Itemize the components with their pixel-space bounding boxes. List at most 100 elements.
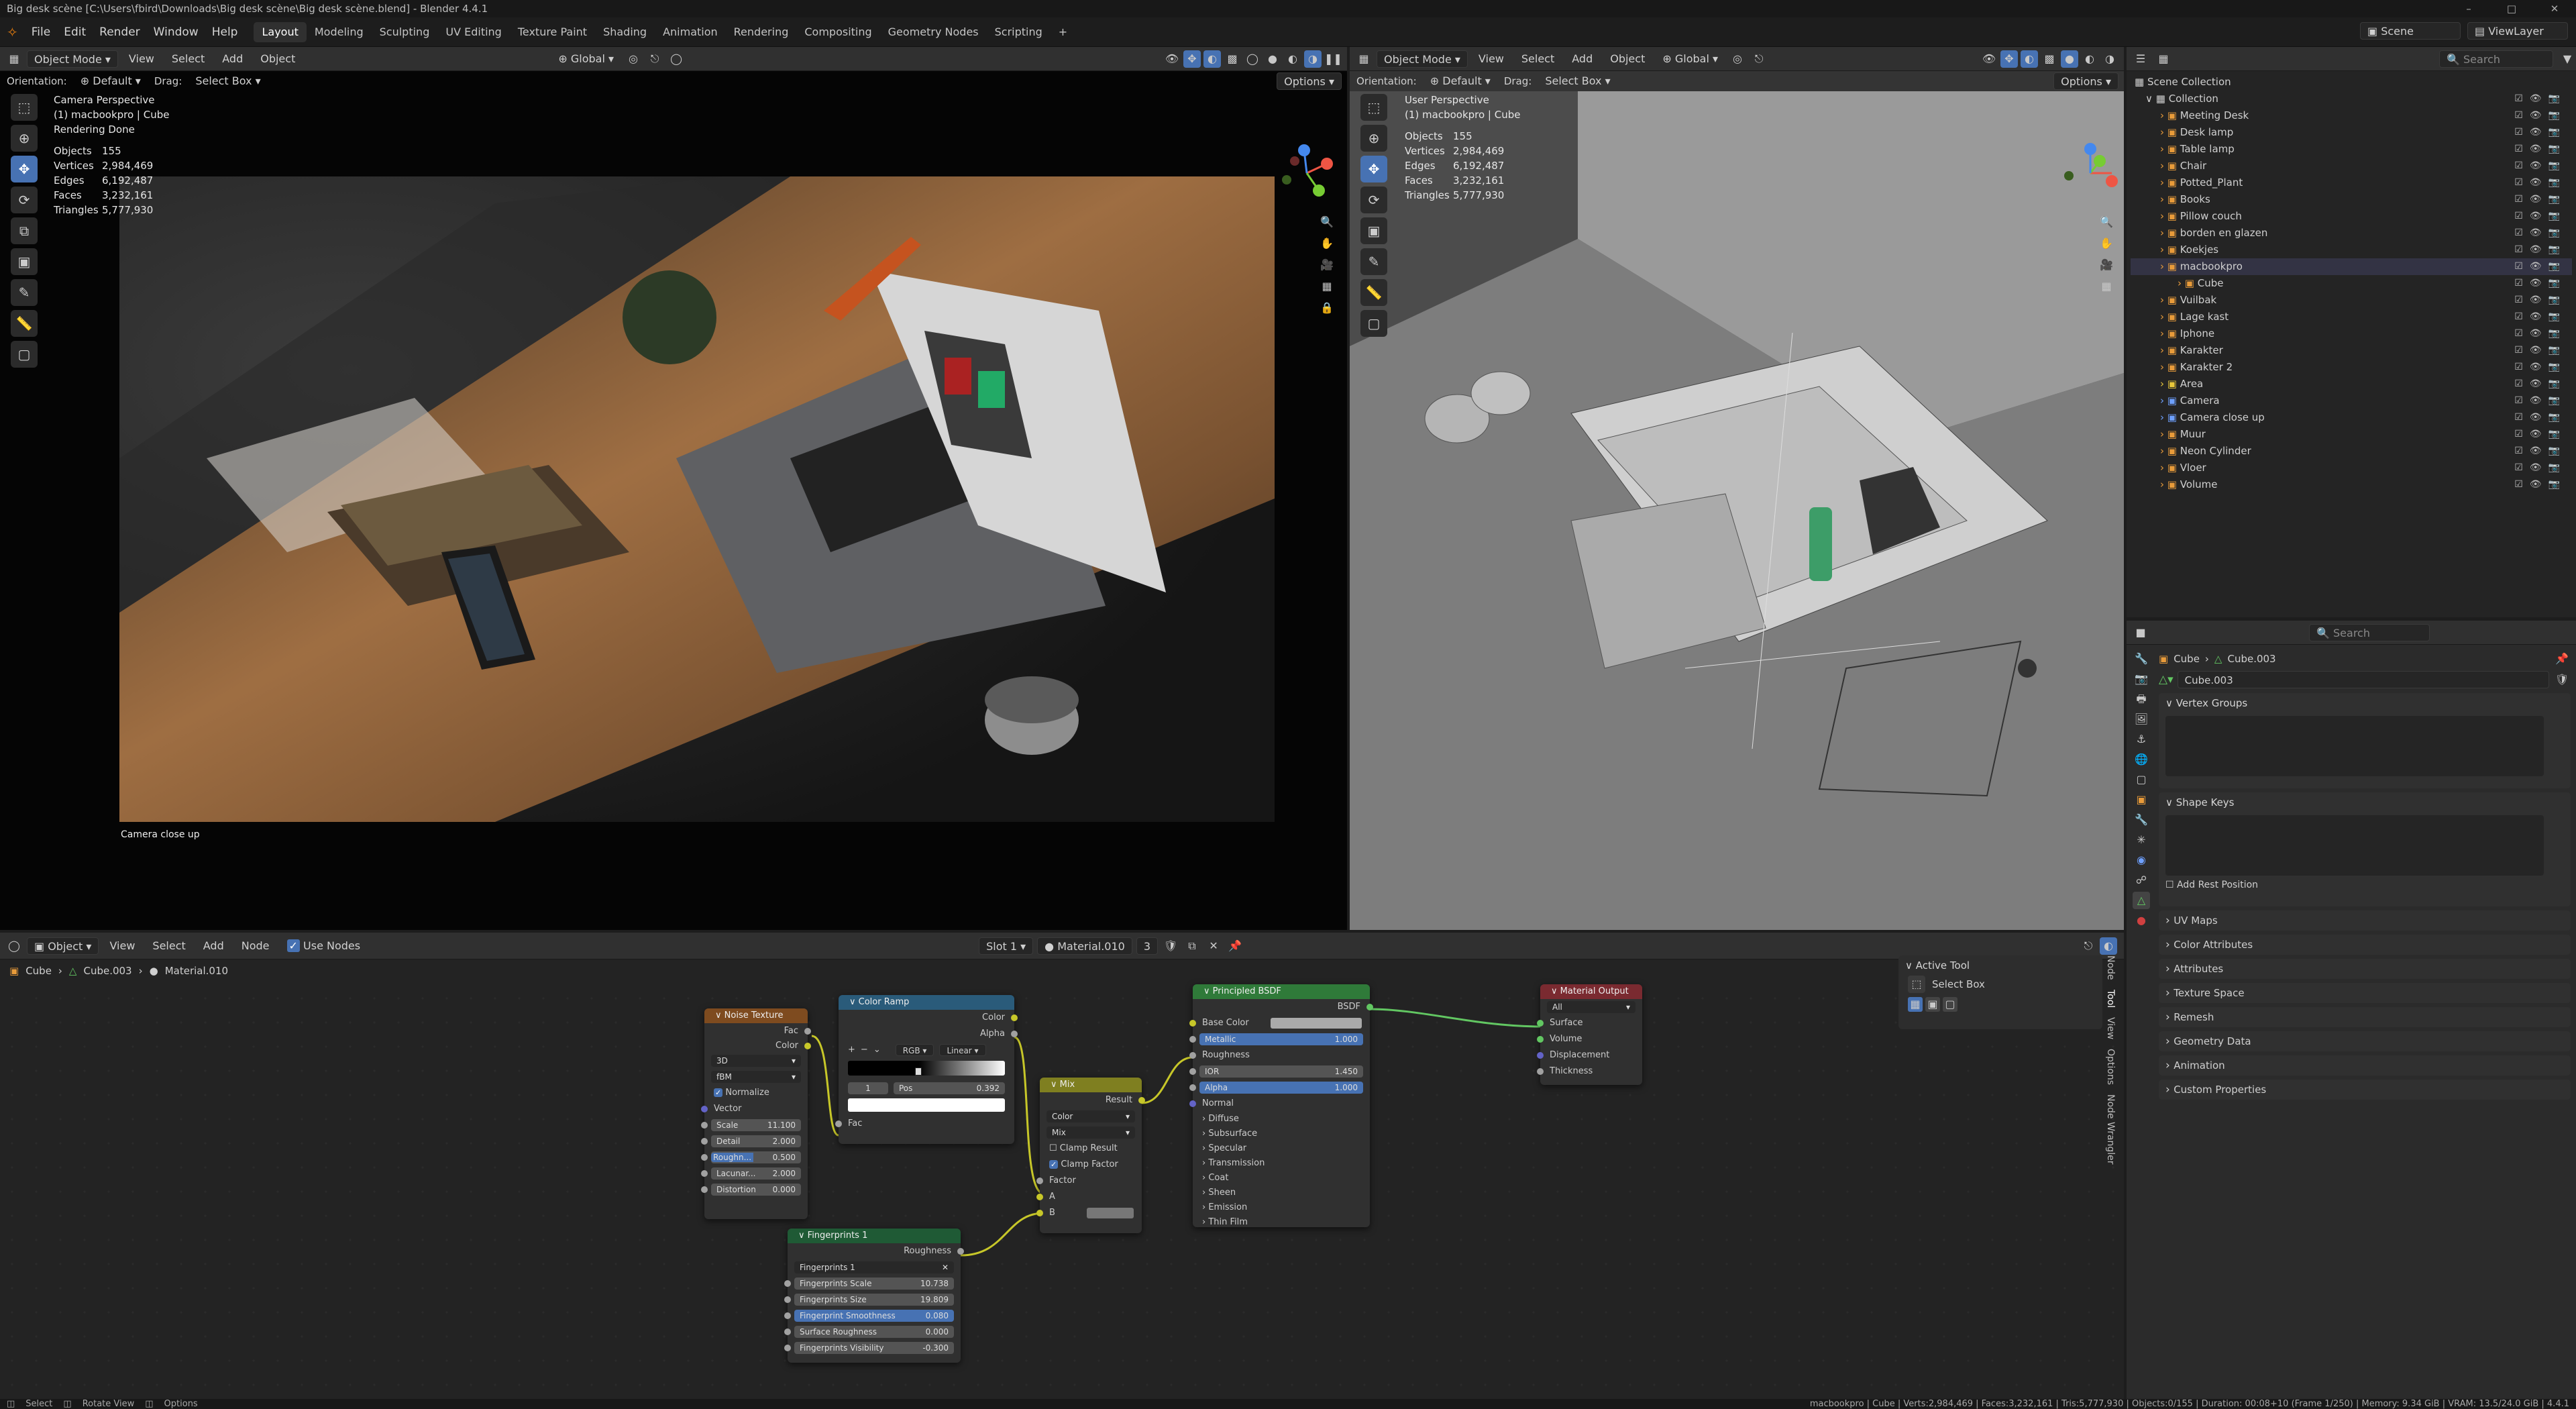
shading-render-icon[interactable]: ◑ xyxy=(1304,50,1322,68)
panel-header[interactable]: ∨ Active Tool xyxy=(1898,955,2102,976)
socket[interactable] xyxy=(784,1328,791,1335)
panel-header[interactable]: ∨ Shape Keys xyxy=(2159,792,2571,813)
visibility-toggles[interactable]: ☑👁📷 xyxy=(2514,258,2567,275)
color-swatch[interactable] xyxy=(1271,1018,1362,1029)
collapsed-panel[interactable]: › Color Attributes xyxy=(2159,935,2571,955)
zoom-icon[interactable]: 🔍 xyxy=(2098,213,2115,231)
visibility-toggles[interactable]: ☑👁📷 xyxy=(2514,107,2567,124)
tab-animation[interactable]: Animation xyxy=(655,22,726,42)
tab-shading[interactable]: Shading xyxy=(595,22,655,42)
transform-tool-icon[interactable]: ▣ xyxy=(1360,217,1387,244)
socket[interactable] xyxy=(1366,1004,1373,1010)
node-header[interactable]: ∨ Noise Texture xyxy=(704,1008,808,1023)
socket[interactable] xyxy=(1036,1194,1043,1200)
socket[interactable] xyxy=(835,1120,842,1127)
outliner-item[interactable]: › ▣ Camera ☑👁📷 xyxy=(2131,393,2572,409)
roughness-field[interactable]: Roughn... 0.500 xyxy=(701,1149,808,1165)
outliner-item[interactable]: › ▣ Karakter ☑👁📷 xyxy=(2131,342,2572,359)
remove-stop-icon[interactable]: − xyxy=(861,1042,868,1058)
tab-modeling[interactable]: Modeling xyxy=(307,22,372,42)
outliner-search[interactable]: 🔍 Search xyxy=(2439,50,2553,68)
socket[interactable] xyxy=(701,1186,708,1193)
outliner-item[interactable]: › ▣ Lage kast ☑👁📷 xyxy=(2131,309,2572,325)
xray-icon[interactable]: ▩ xyxy=(2041,50,2058,68)
alpha-field[interactable]: Alpha 1.000 xyxy=(1189,1080,1370,1096)
outliner-item[interactable]: › ▣ Muur ☑👁📷 xyxy=(2131,426,2572,443)
add-rest-position-checkbox[interactable]: ☐ Add Rest Position xyxy=(2165,880,2564,890)
vertex-groups-list[interactable] xyxy=(2165,716,2544,776)
add-stop-icon[interactable]: + xyxy=(848,1042,855,1058)
pan-hand-icon[interactable]: ✋ xyxy=(2098,235,2115,252)
socket[interactable] xyxy=(1537,1020,1544,1027)
lock-icon[interactable]: 🔒 xyxy=(1318,299,1336,317)
collapsed-panel[interactable]: › Custom Properties xyxy=(2159,1080,2571,1100)
scene-selector[interactable]: ▣ Scene xyxy=(2360,22,2461,40)
visibility-toggles[interactable]: ☑👁📷 xyxy=(2514,191,2567,208)
mix-node[interactable]: ∨ Mix Result Color ▾ Mix ▾ ☐ Clamp Result … xyxy=(1036,1078,1145,1233)
mode-dropdown[interactable]: Object Mode ▾ xyxy=(27,50,118,68)
fingerprint-field[interactable]: Surface Roughness 0.000 xyxy=(784,1324,961,1340)
select-box-tool-icon[interactable]: ⬚ xyxy=(11,94,38,121)
options-button[interactable]: Options ▾ xyxy=(1277,72,1342,90)
material-tab-icon[interactable]: ● xyxy=(2133,912,2150,929)
visibility-toggles[interactable]: ☑👁📷 xyxy=(2514,242,2567,258)
outliner-item[interactable]: › ▣ Desk lamp ☑👁📷 xyxy=(2131,124,2572,141)
outliner-item[interactable]: › ▣ Iphone ☑👁📷 xyxy=(2131,325,2572,342)
socket[interactable] xyxy=(784,1296,791,1303)
visibility-toggles[interactable]: ☑👁📷 xyxy=(2514,376,2567,393)
socket[interactable] xyxy=(1011,1031,1018,1037)
overlay-icon[interactable]: ◐ xyxy=(2021,50,2038,68)
socket[interactable] xyxy=(1138,1097,1145,1104)
node-header[interactable]: ∨ Mix xyxy=(1040,1078,1142,1092)
socket[interactable] xyxy=(1189,1068,1196,1075)
socket[interactable] xyxy=(701,1138,708,1145)
outliner-item[interactable]: › ▣ macbookpro ☑👁📷 xyxy=(2131,258,2572,275)
view-layer-tab-icon[interactable]: 🖼 xyxy=(2133,711,2150,728)
tab-sculpting[interactable]: Sculpting xyxy=(372,22,438,42)
bsdf-subpanel[interactable]: › Subsurface xyxy=(1193,1127,1370,1141)
viewlayer-selector[interactable]: ▤ ViewLayer xyxy=(2467,22,2568,40)
xray-icon[interactable]: ▩ xyxy=(1224,50,1241,68)
shader-node-editor[interactable]: ◯ ▣ Object ▾ View Select Add Node ✓ Use … xyxy=(0,933,2124,1399)
scene-collection-row[interactable]: ▦ Scene Collection xyxy=(2131,74,2572,91)
tab-scripting[interactable]: Scripting xyxy=(987,22,1051,42)
menu-object[interactable]: Object xyxy=(1603,50,1652,68)
minimize-icon[interactable]: – xyxy=(2447,0,2490,17)
pivot-icon[interactable]: ◎ xyxy=(1729,50,1746,68)
viewport-camera[interactable]: ▦ Object Mode ▾ View Select Add Object ⊕… xyxy=(0,47,1347,930)
editor-type-icon[interactable]: ■ xyxy=(2132,624,2149,641)
dimensions-dropdown[interactable]: 3D ▾ xyxy=(704,1053,808,1069)
add-workspace-icon[interactable]: + xyxy=(1051,22,1075,42)
tab-layout[interactable]: Layout xyxy=(254,21,307,42)
overlay-icon[interactable]: ◐ xyxy=(1203,50,1221,68)
outliner-item[interactable]: › ▣ Books ☑👁📷 xyxy=(2131,191,2572,208)
group-selector[interactable]: Fingerprints 1 ✕ xyxy=(788,1259,961,1275)
menu-select[interactable]: Select xyxy=(165,50,211,68)
menu-add[interactable]: Add xyxy=(1565,50,1599,68)
socket[interactable] xyxy=(1537,1036,1544,1043)
outliner-item[interactable]: › ▣ borden en glazen ☑👁📷 xyxy=(2131,225,2572,242)
bsdf-subpanel[interactable]: › Sheen xyxy=(1193,1186,1370,1200)
viewport-user[interactable]: ▦ Object Mode ▾ View Select Add Object ⊕… xyxy=(1350,47,2124,930)
collapsed-panel[interactable]: › Animation xyxy=(2159,1055,2571,1076)
constraints-tab-icon[interactable]: ☍ xyxy=(2133,872,2150,889)
render-tab-icon[interactable]: 📷 xyxy=(2133,670,2150,688)
visibility-toggles[interactable]: ☑👁📷 xyxy=(2514,158,2567,174)
bsdf-subpanel[interactable]: › Coat xyxy=(1193,1171,1370,1186)
fingerprint-field[interactable]: Fingerprints Visibility -0.300 xyxy=(784,1340,961,1356)
metallic-field[interactable]: Metallic 1.000 xyxy=(1189,1031,1370,1047)
outliner-item[interactable]: › ▣ Potted_Plant ☑👁📷 xyxy=(2131,174,2572,191)
collapsed-panel[interactable]: › Remesh xyxy=(2159,1007,2571,1027)
shading-render-icon[interactable]: ◑ xyxy=(2101,50,2118,68)
visibility-toggles[interactable]: ☑👁📷 xyxy=(2514,124,2567,141)
fingerprints-group-node[interactable]: ∨ Fingerprints 1 Roughness Fingerprints … xyxy=(784,1229,964,1363)
select-new-icon[interactable]: ▦ xyxy=(1908,997,1923,1012)
blender-logo-icon[interactable]: ✧ xyxy=(0,17,25,47)
node-header[interactable]: ∨ Material Output xyxy=(1540,984,1642,999)
select-subtract-icon[interactable]: ▢ xyxy=(1943,997,1957,1012)
tool-tab-icon[interactable]: 🔧 xyxy=(2133,650,2150,668)
bsdf-subpanel[interactable]: › Emission xyxy=(1193,1200,1370,1215)
menu-add[interactable]: Add xyxy=(215,50,250,68)
detail-field[interactable]: Detail 2.000 xyxy=(701,1133,808,1149)
transform-orientation[interactable]: ⊕ Global ▾ xyxy=(551,50,621,68)
